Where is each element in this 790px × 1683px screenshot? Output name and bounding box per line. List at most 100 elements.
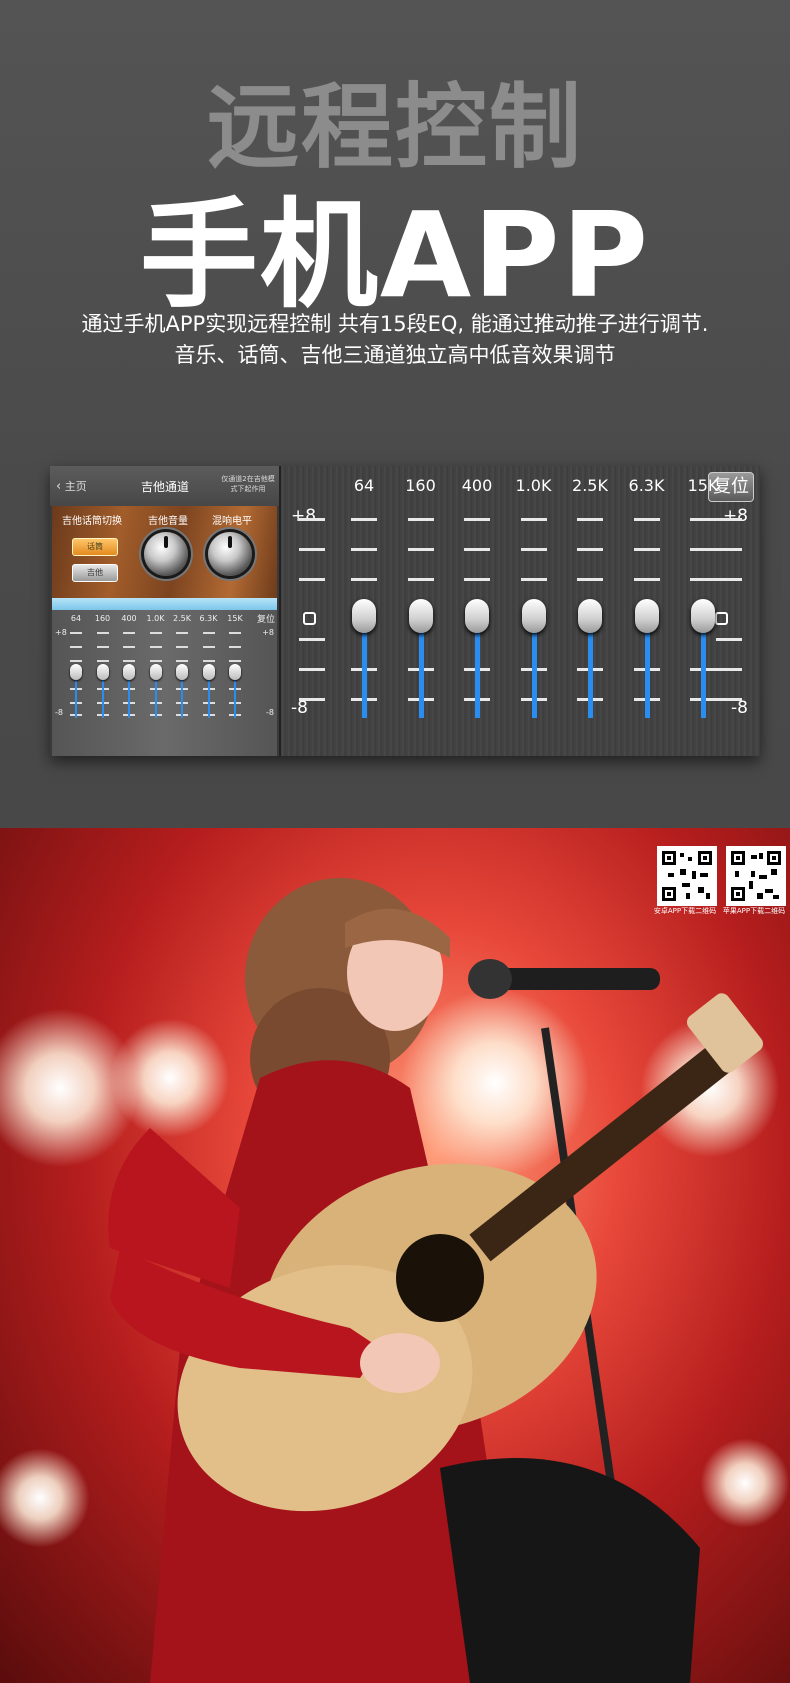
eq-slider-thumb[interactable]	[634, 599, 659, 633]
eq-slider-thumb[interactable]	[691, 599, 715, 633]
eq-small-top-label: +8	[55, 628, 67, 637]
scale-dash	[299, 548, 325, 551]
banner-title-remote: 远程控制	[206, 74, 583, 181]
back-label: 主页	[64, 480, 87, 493]
eq-bottom-label: -8	[291, 698, 308, 718]
eq-small-dash	[176, 660, 188, 662]
eq-small-freq-label: 2.5K	[173, 614, 191, 623]
apple-qr-code[interactable]	[726, 846, 786, 906]
eq-small-freq-label: 160	[94, 614, 111, 623]
eq-small-thumb[interactable]	[96, 664, 109, 680]
slider-dash	[520, 548, 547, 551]
slider-dash	[690, 548, 716, 551]
slider-dash	[633, 548, 660, 551]
eq-small-dash	[123, 646, 135, 648]
eq-bottom-label-right: -8	[731, 698, 748, 718]
eq-freq-label: 1.0K	[515, 476, 552, 495]
android-qr-caption: 安卓APP下载二维码	[653, 907, 717, 915]
concert-photo: 安卓APP下载二维码 苹果APP下载二维码	[0, 828, 790, 1683]
slider-dash	[351, 548, 377, 551]
eq-small-freq-label: 400	[121, 614, 137, 623]
eq-small-dash	[229, 660, 241, 662]
eq-small-freq-label: 1.0K	[146, 614, 165, 623]
app-header: ‹ 主页 吉他通道 仅通道2在吉他模式下起作用	[50, 466, 279, 506]
scale-dash	[299, 668, 325, 671]
eq-small-dash	[149, 660, 162, 662]
product-page: 远程控制 手机APP 通过手机APP实现远程控制 共有15段EQ, 能通过推动推…	[0, 0, 790, 1683]
eq-freq-label: 15K	[687, 476, 719, 495]
eq-small-dash	[96, 660, 109, 662]
qr-code-icon	[729, 849, 783, 903]
scale-dash	[299, 698, 325, 701]
eq-small-freq-label: 6.3K	[199, 614, 218, 623]
slider-dash	[633, 518, 660, 521]
slider-dash	[464, 518, 490, 521]
eq-small-dash	[123, 632, 135, 634]
qr-code-icon	[660, 849, 714, 903]
eq-small-thumb[interactable]	[202, 664, 215, 680]
eq-small-dash	[96, 646, 109, 648]
phone-view: ‹ 主页 吉他通道 仅通道2在吉他模式下起作用 吉他话筒切换 吉他音量 混响电平…	[50, 466, 281, 756]
banner-subtitle-2: 音乐、话筒、吉他三通道独立高中低音效果调节	[174, 343, 616, 367]
back-button[interactable]: ‹ 主页	[56, 478, 87, 494]
eq-small-dash	[176, 646, 188, 648]
scale-dash	[716, 578, 742, 581]
eq-slider-thumb[interactable]	[521, 599, 546, 633]
slider-dash	[407, 518, 434, 521]
eq-slider-thumb[interactable]	[578, 599, 602, 633]
eq-small-dash	[123, 660, 135, 662]
eq-small-dash	[176, 632, 188, 634]
eq-small-dash	[229, 632, 241, 634]
volume-knob[interactable]	[144, 532, 188, 576]
eq-small-dash	[229, 646, 241, 648]
eq-slider-thumb[interactable]	[465, 599, 489, 633]
slider-dash	[577, 548, 603, 551]
reverb-knob[interactable]	[208, 532, 252, 576]
slider-dash	[690, 518, 716, 521]
mic-mode-button[interactable]: 话筒	[72, 538, 118, 556]
eq-small-bottom-label-right: -8	[266, 708, 274, 717]
eq-top-label: +8	[291, 506, 317, 526]
slider-dash	[633, 578, 660, 581]
slider-dash	[464, 548, 490, 551]
apple-qr-caption: 苹果APP下载二维码	[722, 907, 786, 915]
android-qr-code[interactable]	[657, 846, 717, 906]
banner-title-app: 手机APP	[139, 186, 651, 324]
app-screenshot: ‹ 主页 吉他通道 仅通道2在吉他模式下起作用 吉他话筒切换 吉他音量 混响电平…	[50, 466, 760, 756]
header-note: 仅通道2在吉他模式下起作用	[221, 475, 275, 493]
slider-dash	[351, 578, 377, 581]
eq-small-thumb[interactable]	[229, 664, 241, 680]
eq-slider-thumb[interactable]	[408, 599, 433, 633]
eq-small-dash	[96, 632, 109, 634]
eq-small-dash	[202, 646, 215, 648]
eq-small-thumb[interactable]	[123, 664, 135, 680]
eq-freq-label: 160	[405, 476, 436, 495]
eq-small-dash	[149, 646, 162, 648]
performer-illustration	[108, 878, 764, 1683]
eq-slider-thumb[interactable]	[352, 599, 376, 633]
eq-freq-label: 6.3K	[628, 476, 665, 495]
slider-dash	[464, 578, 490, 581]
slider-dash	[520, 518, 547, 521]
banner-subtitle-1: 通过手机APP实现远程控制 共有15段EQ, 能通过推动推子进行调节.	[81, 312, 709, 336]
scale-dash	[716, 548, 742, 551]
guitar-controls: 吉他话筒切换 吉他音量 混响电平 话筒 吉他	[52, 506, 277, 600]
guitar-mode-button[interactable]: 吉他	[72, 564, 118, 582]
slider-dash	[407, 578, 434, 581]
eq-small-dash	[202, 632, 215, 634]
scale-dash	[299, 578, 325, 581]
eq-small-thumb[interactable]	[149, 664, 162, 680]
eq-small-reset-button[interactable]: 复位	[257, 612, 275, 625]
scale-dash	[716, 518, 742, 521]
eq-freq-label: 2.5K	[572, 476, 608, 495]
eq-top-label-right: +8	[722, 506, 748, 526]
switch-label: 吉他话筒切换	[62, 516, 122, 527]
eq-freq-label: 400	[461, 476, 493, 495]
eq-freq-label: 64	[353, 476, 375, 495]
eq-large: 复位 +8 +8 -8 -8 64 160 400 1.0K 2.5K 6.3K 15K	[281, 466, 760, 756]
divider-bar	[52, 598, 277, 610]
eq-small-thumb[interactable]	[70, 664, 82, 680]
eq-small-thumb[interactable]	[176, 664, 188, 680]
slider-dash	[690, 578, 716, 581]
scale-dash	[716, 638, 742, 641]
